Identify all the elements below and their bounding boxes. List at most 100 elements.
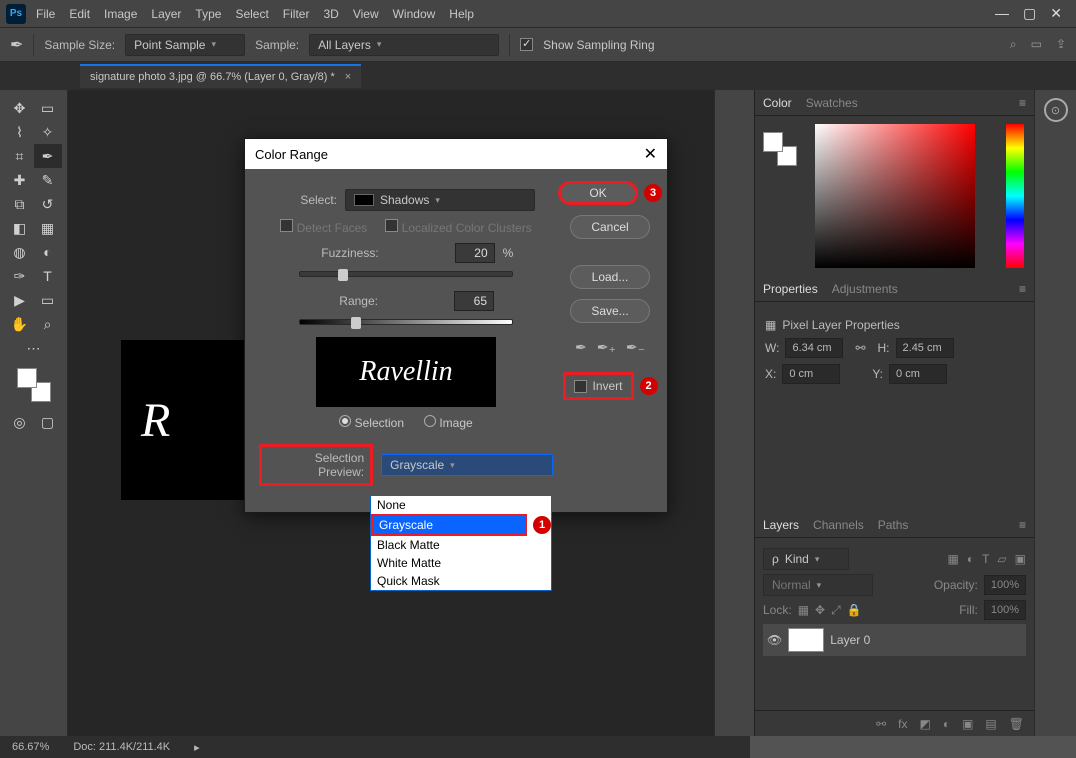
doc-size[interactable]: Doc: 211.4K/211.4K <box>73 741 170 753</box>
stamp-tool[interactable]: ⧉ <box>6 192 34 216</box>
panel-menu-icon[interactable]: ≡ <box>1019 96 1026 110</box>
link-layers-icon[interactable]: ⚯ <box>876 717 886 731</box>
lock-position-icon[interactable]: ✥ <box>815 603 825 617</box>
history-brush-tool[interactable]: ↺ <box>34 192 62 216</box>
search-icon[interactable]: ⌕ <box>1010 37 1017 52</box>
filter-shape-icon[interactable]: ▱ <box>997 552 1006 566</box>
pen-tool[interactable]: ✑ <box>6 264 34 288</box>
option-grayscale[interactable]: Grayscale <box>371 514 527 536</box>
fx-icon[interactable]: fx <box>898 717 907 731</box>
fuzziness-slider[interactable] <box>299 271 513 277</box>
link-icon[interactable]: ⚯ <box>849 341 871 355</box>
eyedropper-icon[interactable]: ✒ <box>10 35 23 55</box>
collapsed-dock[interactable] <box>714 90 754 736</box>
menu-3d[interactable]: 3D <box>323 7 338 21</box>
eyedropper-tool[interactable]: ✒ <box>34 144 62 168</box>
menu-layer[interactable]: Layer <box>151 7 181 21</box>
show-sampling-ring-checkbox[interactable] <box>520 38 533 51</box>
lock-artboard-icon[interactable]: ⤢ <box>831 603 841 618</box>
menu-select[interactable]: Select <box>235 7 268 21</box>
image-radio[interactable] <box>424 415 436 427</box>
menu-view[interactable]: View <box>353 7 379 21</box>
menu-image[interactable]: Image <box>104 7 137 21</box>
menu-edit[interactable]: Edit <box>69 7 90 21</box>
tab-swatches[interactable]: Swatches <box>806 96 858 110</box>
dialog-close-icon[interactable]: ✕ <box>644 144 657 164</box>
dodge-tool[interactable]: ◐ <box>34 240 62 264</box>
crop-tool[interactable]: ⌗ <box>6 144 34 168</box>
eyedropper-add-icon[interactable]: ✒₊ <box>597 339 616 356</box>
filter-pixel-icon[interactable]: ▦ <box>947 552 958 566</box>
path-select-tool[interactable]: ▶ <box>6 288 34 312</box>
group-icon[interactable]: ▣ <box>962 717 973 731</box>
lock-pixels-icon[interactable]: ▦ <box>798 603 809 617</box>
menu-help[interactable]: Help <box>449 7 474 21</box>
blend-mode-dropdown[interactable]: Normal <box>763 574 873 596</box>
range-slider[interactable] <box>299 319 513 325</box>
menu-type[interactable]: Type <box>195 7 221 21</box>
workspace-icon[interactable]: ▭ <box>1031 37 1042 52</box>
menu-window[interactable]: Window <box>393 7 436 21</box>
move-tool[interactable]: ✥ <box>6 96 34 120</box>
heal-tool[interactable]: ✚ <box>6 168 34 192</box>
marquee-tool[interactable]: ▭ <box>34 96 62 120</box>
screenmode-icon[interactable]: ▢ <box>34 410 62 434</box>
sample-size-dropdown[interactable]: Point Sample <box>125 34 245 56</box>
invert-checkbox[interactable] <box>574 380 587 393</box>
height-field[interactable]: 2.45 cm <box>896 338 954 358</box>
share-icon[interactable]: ⇪ <box>1056 37 1066 52</box>
eyedropper-subtract-icon[interactable]: ✒₋ <box>626 339 645 356</box>
option-white-matte[interactable]: White Matte <box>371 554 551 572</box>
brush-tool[interactable]: ✎ <box>34 168 62 192</box>
select-dropdown[interactable]: Shadows <box>345 189 535 211</box>
delete-icon[interactable]: 🗑 <box>1009 717 1024 731</box>
fill-field[interactable]: 100% <box>984 600 1026 620</box>
foreground-background-colors[interactable] <box>17 368 51 402</box>
zoom-tool[interactable]: ⌕ <box>34 312 62 336</box>
filter-smart-icon[interactable]: ▣ <box>1015 552 1026 566</box>
status-chevron-icon[interactable]: ▸ <box>194 741 200 754</box>
blur-tool[interactable]: ◍ <box>6 240 34 264</box>
color-picker[interactable] <box>755 116 1034 276</box>
tab-layers[interactable]: Layers <box>763 518 799 532</box>
option-quick-mask[interactable]: Quick Mask <box>371 572 551 590</box>
tab-adjustments[interactable]: Adjustments <box>832 282 898 296</box>
ok-button[interactable]: OK <box>558 181 638 205</box>
layer-thumbnail[interactable] <box>788 628 824 652</box>
gradient-tool[interactable]: ▦ <box>34 216 62 240</box>
selection-preview-dropdown[interactable]: Grayscale <box>381 454 553 476</box>
lasso-tool[interactable]: ⌇ <box>6 120 34 144</box>
width-field[interactable]: 6.34 cm <box>785 338 843 358</box>
filter-adjust-icon[interactable]: ◐ <box>967 552 974 566</box>
tab-properties[interactable]: Properties <box>763 282 818 296</box>
document-tab[interactable]: signature photo 3.jpg @ 66.7% (Layer 0, … <box>80 64 361 88</box>
minimize-icon[interactable]: — <box>995 5 1009 22</box>
fuzziness-field[interactable]: 20 <box>455 243 495 263</box>
quickmask-icon[interactable]: ◎ <box>6 410 34 434</box>
edit-toolbar[interactable]: ⋯ <box>20 336 48 360</box>
option-none[interactable]: None <box>371 496 551 514</box>
sample-dropdown[interactable]: All Layers <box>309 34 499 56</box>
visibility-icon[interactable]: 👁 <box>767 633 782 647</box>
panel-menu-icon[interactable]: ≡ <box>1019 518 1026 532</box>
lock-all-icon[interactable]: 🔒 <box>847 603 862 617</box>
panel-menu-icon[interactable]: ≡ <box>1019 282 1026 296</box>
selection-radio[interactable] <box>339 415 351 427</box>
range-field[interactable]: 65 <box>454 291 494 311</box>
zoom-level[interactable]: 66.67% <box>12 741 49 753</box>
option-black-matte[interactable]: Black Matte <box>371 536 551 554</box>
type-tool[interactable]: T <box>34 264 62 288</box>
tab-paths[interactable]: Paths <box>878 518 909 532</box>
y-field[interactable]: 0 cm <box>889 364 947 384</box>
layer-row[interactable]: 👁 Layer 0 <box>763 624 1026 656</box>
filter-type-icon[interactable]: T <box>982 552 989 566</box>
layer-name[interactable]: Layer 0 <box>830 633 870 647</box>
adjustment-icon[interactable]: ◐ <box>943 717 950 731</box>
new-layer-icon[interactable]: ▤ <box>985 717 996 731</box>
x-field[interactable]: 0 cm <box>782 364 840 384</box>
cc-libraries-icon[interactable]: ⊙ <box>1044 98 1068 122</box>
eyedropper-sample-icon[interactable]: ✒ <box>575 339 587 356</box>
save-button[interactable]: Save... <box>570 299 650 323</box>
tab-channels[interactable]: Channels <box>813 518 864 532</box>
hand-tool[interactable]: ✋ <box>6 312 34 336</box>
